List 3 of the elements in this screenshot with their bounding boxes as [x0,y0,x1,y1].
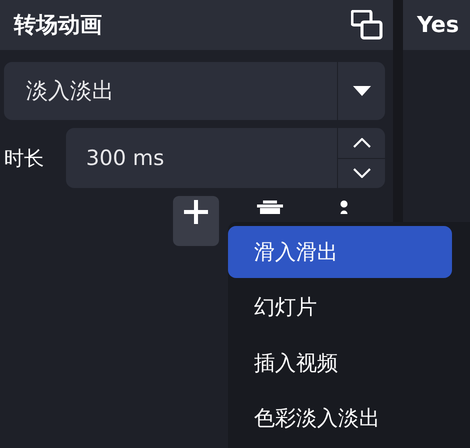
panel-title: Yes [417,12,459,38]
panel-title: 转场动画 [14,12,102,40]
duration-label: 时长 [4,144,45,172]
